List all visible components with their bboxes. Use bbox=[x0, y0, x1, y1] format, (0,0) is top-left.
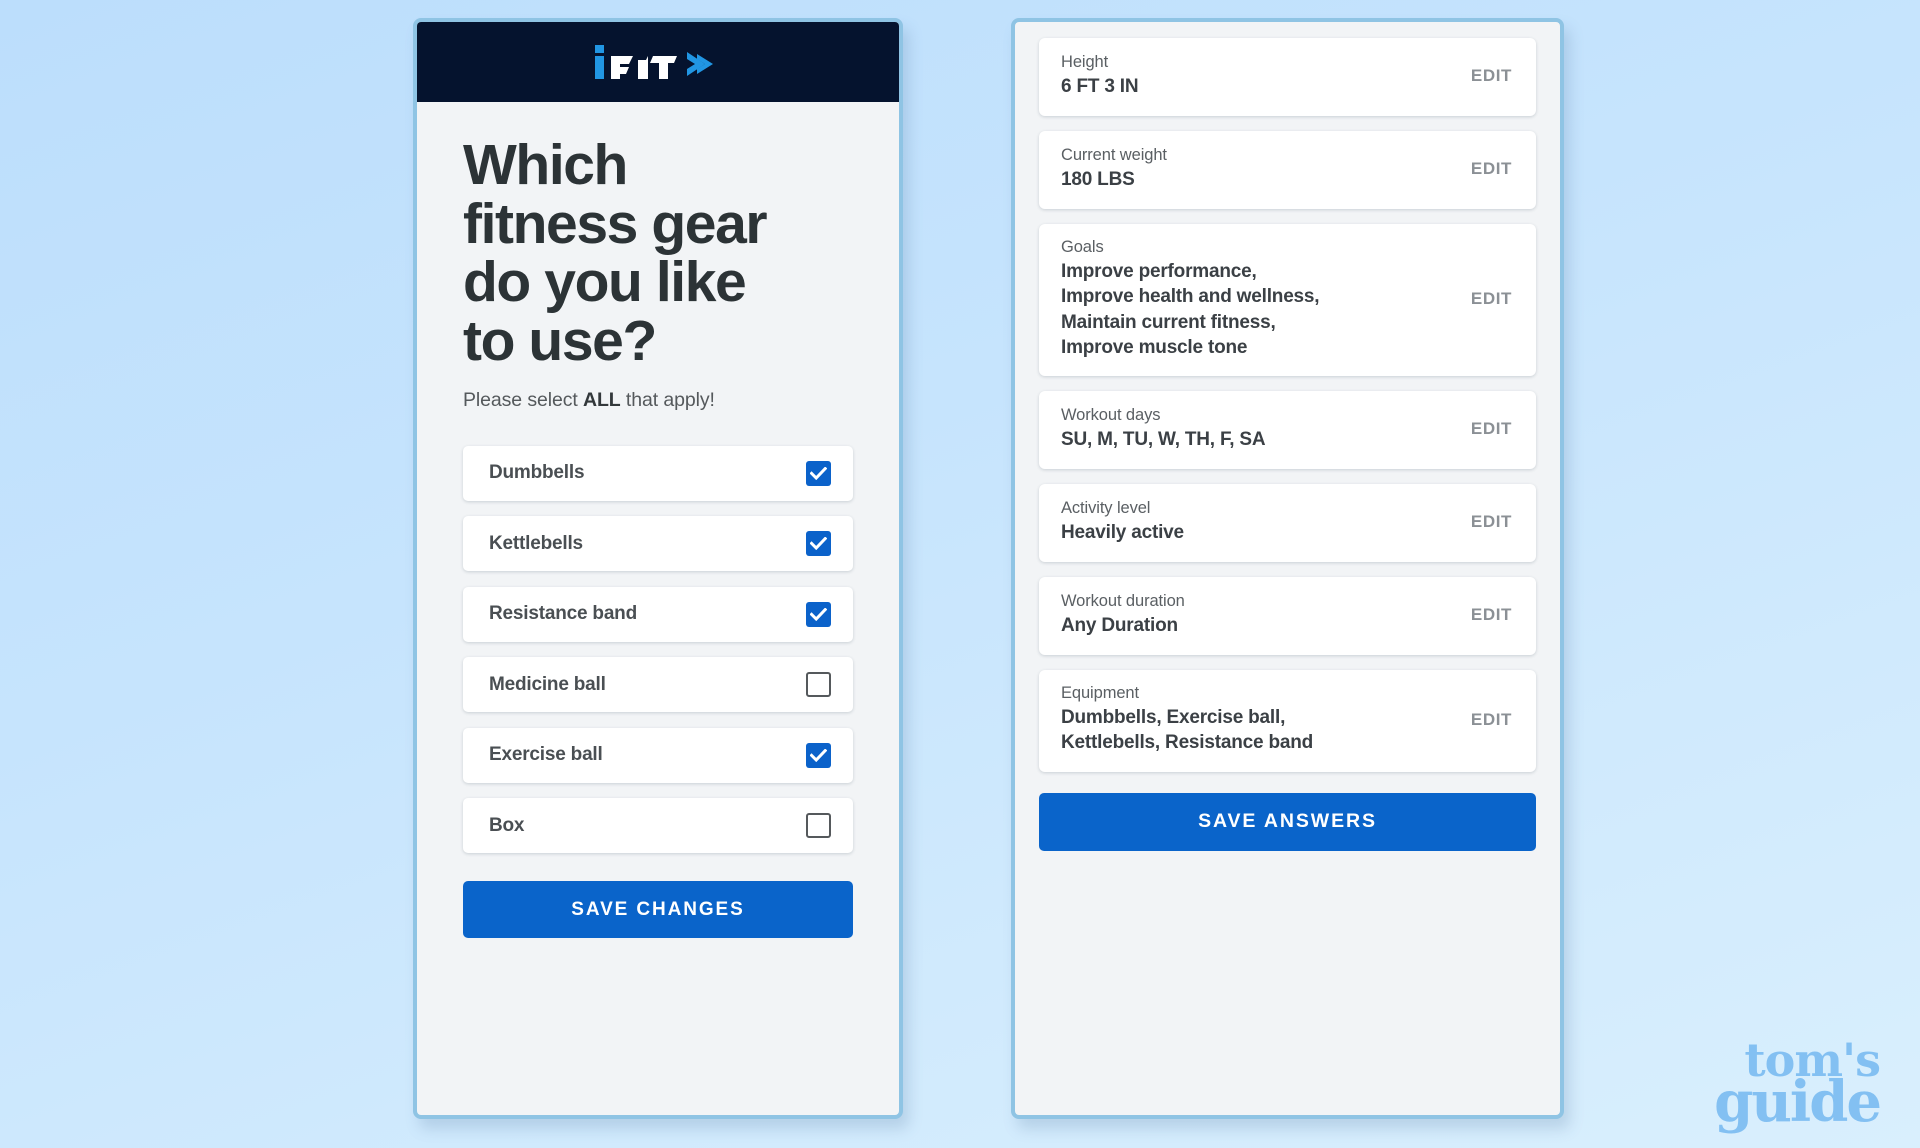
gear-option-row[interactable]: Resistance band bbox=[463, 586, 853, 642]
edit-link[interactable]: EDIT bbox=[1471, 66, 1512, 86]
edit-link[interactable]: EDIT bbox=[1471, 289, 1512, 309]
quiz-subtitle: Please select ALL that apply! bbox=[463, 389, 853, 412]
summary-card-value-line: 180 LBS bbox=[1061, 168, 1135, 190]
summary-card-label: Activity level bbox=[1061, 498, 1151, 517]
edit-link[interactable]: EDIT bbox=[1471, 419, 1512, 439]
ifit-logo bbox=[595, 45, 721, 79]
summary-card-label: Current weight bbox=[1061, 145, 1167, 164]
summary-card[interactable]: Workout days SU, M, TU, W, TH, F, SA EDIT bbox=[1039, 391, 1536, 470]
checkbox-checked-icon[interactable] bbox=[806, 601, 831, 627]
summary-card-value: Dumbbells, Exercise ball, Kettlebells, Re… bbox=[1061, 705, 1313, 756]
summary-card-value-line: Heavily active bbox=[1061, 521, 1184, 543]
summary-card-text: Workout days SU, M, TU, W, TH, F, SA bbox=[1061, 405, 1266, 452]
gear-option-row[interactable]: Exercise ball bbox=[463, 727, 853, 783]
gear-option-label: Dumbbells bbox=[489, 462, 585, 484]
summary-card-value: 6 FT 3 IN bbox=[1061, 74, 1139, 99]
save-answers-button[interactable]: SAVE ANSWERS bbox=[1039, 792, 1536, 851]
summary-card-value-line: Improve health and wellness, bbox=[1061, 286, 1320, 308]
summary-card[interactable]: Activity level Heavily active EDIT bbox=[1039, 484, 1536, 563]
summary-card-value-line: 6 FT 3 IN bbox=[1061, 75, 1139, 97]
page-title: Which fitness gear do you like to use? bbox=[463, 136, 853, 371]
summary-card-label: Equipment bbox=[1061, 684, 1139, 703]
gear-option-row[interactable]: Dumbbells bbox=[463, 445, 853, 501]
gear-option-label: Kettlebells bbox=[489, 532, 583, 554]
summary-card-text: Height 6 FT 3 IN bbox=[1061, 52, 1139, 99]
summary-card-value-line: SU, M, TU, W, TH, F, SA bbox=[1061, 428, 1266, 450]
subtitle-prefix: Please select bbox=[463, 388, 583, 411]
subtitle-emphasis: ALL bbox=[583, 388, 621, 411]
summary-card-label: Height bbox=[1061, 52, 1109, 71]
summary-card-value: SU, M, TU, W, TH, F, SA bbox=[1061, 427, 1266, 452]
gear-option-label: Box bbox=[489, 814, 525, 836]
quiz-body: Which fitness gear do you like to use? P… bbox=[417, 102, 899, 1115]
summary-card-value-line: Kettlebells, Resistance band bbox=[1061, 732, 1314, 754]
summary-card-text: Activity level Heavily active bbox=[1061, 499, 1184, 545]
summary-card-label: Workout duration bbox=[1061, 591, 1185, 610]
subtitle-suffix: that apply! bbox=[620, 388, 715, 411]
title-line-1: Which bbox=[463, 133, 628, 197]
save-changes-button[interactable]: SAVE CHANGES bbox=[463, 881, 853, 939]
profile-summary-list: Height 6 FT 3 IN EDIT Current weight 180 LBS… bbox=[1039, 38, 1536, 772]
summary-card[interactable]: Workout duration Any Duration EDIT bbox=[1039, 577, 1536, 656]
summary-card-value-line: Improve performance, bbox=[1061, 261, 1257, 282]
summary-card[interactable]: Goals Improve performance, Improve health … bbox=[1039, 224, 1536, 377]
edit-link[interactable]: EDIT bbox=[1471, 710, 1512, 730]
summary-card-label: Goals bbox=[1061, 238, 1104, 256]
summary-card-text: Equipment Dumbbells, Exercise ball, Kettle… bbox=[1061, 684, 1313, 756]
summary-card[interactable]: Current weight 180 LBS EDIT bbox=[1039, 131, 1536, 209]
ifit-logo-icon bbox=[595, 45, 713, 79]
ifit-header-bar bbox=[417, 22, 899, 102]
toms-guide-watermark: tom's guide bbox=[1714, 1038, 1882, 1136]
checkbox-unchecked-icon[interactable] bbox=[806, 672, 831, 698]
summary-card[interactable]: Height 6 FT 3 IN EDIT bbox=[1039, 38, 1536, 116]
watermark-line-2: guide bbox=[1714, 1069, 1882, 1136]
summary-card-value: 180 LBS bbox=[1061, 167, 1167, 192]
edit-link[interactable]: EDIT bbox=[1471, 159, 1512, 179]
gear-option-list: Dumbbells Kettlebells Resistance band Medic… bbox=[463, 445, 853, 854]
summary-card-value-line: Maintain current fitness, bbox=[1061, 311, 1276, 333]
summary-card-value-line: Dumbbells, Exercise ball, bbox=[1061, 707, 1286, 729]
summary-card-text: Goals Improve performance, Improve health … bbox=[1061, 238, 1320, 360]
gear-option-label: Resistance band bbox=[489, 603, 637, 625]
checkbox-checked-icon[interactable] bbox=[806, 460, 831, 486]
gear-option-row[interactable]: Box bbox=[463, 798, 853, 854]
summary-card-text: Workout duration Any Duration bbox=[1061, 592, 1185, 638]
title-line-2: fitness gear bbox=[463, 191, 768, 256]
summary-card-value-line: Any Duration bbox=[1061, 614, 1178, 636]
gear-option-row[interactable]: Medicine ball bbox=[463, 657, 853, 713]
checkbox-checked-icon[interactable] bbox=[806, 742, 831, 768]
summary-card-value-line: Improve muscle tone bbox=[1061, 336, 1248, 358]
summary-card-value: Any Duration bbox=[1061, 613, 1185, 638]
title-line-3: do you like bbox=[463, 250, 747, 315]
quiz-panel: Which fitness gear do you like to use? P… bbox=[413, 18, 903, 1119]
gear-option-label: Medicine ball bbox=[489, 673, 606, 695]
summary-card-value: Heavily active bbox=[1061, 520, 1184, 545]
title-line-4: to use? bbox=[463, 309, 657, 374]
gear-option-label: Exercise ball bbox=[489, 744, 603, 766]
edit-link[interactable]: EDIT bbox=[1471, 512, 1512, 532]
summary-card-value: Improve performance, Improve health and w… bbox=[1061, 259, 1320, 360]
summary-card-label: Workout days bbox=[1061, 405, 1161, 424]
checkbox-unchecked-icon[interactable] bbox=[806, 813, 831, 839]
summary-card-text: Current weight 180 LBS bbox=[1061, 146, 1167, 192]
checkbox-checked-icon[interactable] bbox=[806, 531, 831, 557]
edit-link[interactable]: EDIT bbox=[1471, 605, 1512, 625]
gear-option-row[interactable]: Kettlebells bbox=[463, 516, 853, 572]
summary-panel: Height 6 FT 3 IN EDIT Current weight 180 LBS… bbox=[1011, 18, 1564, 1119]
summary-card[interactable]: Equipment Dumbbells, Exercise ball, Kettle… bbox=[1039, 670, 1536, 772]
